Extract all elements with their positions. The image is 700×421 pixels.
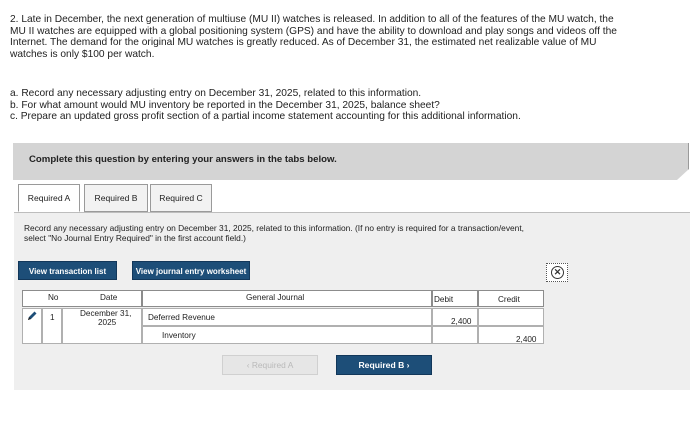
view-journal-worksheet-button[interactable]: View journal entry worksheet [132, 261, 250, 280]
part-a: a. Record any necessary adjusting entry … [10, 88, 422, 99]
prev-required-button[interactable]: ‹ Required A [222, 355, 318, 375]
close-circle-icon: ✕ [551, 266, 564, 279]
entry-date-line-1: December 31, [80, 309, 132, 318]
prev-required-label: Required A [251, 360, 294, 370]
column-header-debit: Debit [434, 295, 454, 304]
banner-corner-fold [677, 169, 689, 180]
instructions-line-2: select "No Journal Entry Required" in th… [24, 233, 246, 243]
view-transaction-list-button[interactable]: View transaction list [18, 261, 117, 280]
entry-date-line-2: 2025 [98, 318, 117, 327]
chevron-right-icon: › [404, 360, 410, 370]
pencil-icon[interactable] [26, 310, 38, 322]
question-parts: a. Record any necessary adjusting entry … [10, 88, 690, 123]
problem-statement: 2. Late in December, the next generation… [10, 14, 690, 60]
column-header-date: Date [100, 293, 118, 302]
part-c: c. Prepare an updated gross profit secti… [10, 111, 521, 123]
debit-credit-empty-field[interactable] [478, 308, 544, 326]
part-b: b. For what amount would MU inventory be… [10, 99, 440, 111]
entry-number: 1 [50, 313, 55, 322]
next-required-label: Required B [358, 360, 405, 370]
banner-text: Complete this question by entering your … [29, 154, 337, 165]
column-header-credit: Credit [498, 295, 520, 304]
next-required-button[interactable]: Required B › [336, 355, 432, 375]
instruction-banner: Complete this question by entering your … [13, 143, 689, 180]
instructions-line-1: Record any necessary adjusting entry on … [24, 223, 524, 233]
credit-amount-text: 2,400 [516, 335, 537, 344]
debit-account-text: Deferred Revenue [148, 313, 215, 322]
problem-line: Internet. The demand for the original MU… [10, 37, 597, 49]
header-cell-no-date [22, 290, 142, 307]
credit-account-text: Inventory [162, 331, 196, 340]
problem-line: watches is only $100 per watch. [10, 48, 155, 60]
column-header-general-journal: General Journal [246, 293, 305, 302]
problem-line: MU II watches are equipped with a global… [10, 25, 617, 37]
debit-amount-text: 2,400 [451, 317, 472, 326]
tab-required-c[interactable]: Required C [150, 184, 212, 212]
tab-required-b[interactable]: Required B [84, 184, 148, 212]
credit-debit-empty-field[interactable] [432, 326, 478, 344]
column-header-no: No [48, 293, 59, 302]
problem-line: 2. Late in December, the next generation… [10, 14, 614, 25]
tab-required-a[interactable]: Required A [18, 184, 80, 212]
panel-instructions: Record any necessary adjusting entry on … [24, 223, 674, 243]
close-button[interactable]: ✕ [546, 263, 568, 282]
